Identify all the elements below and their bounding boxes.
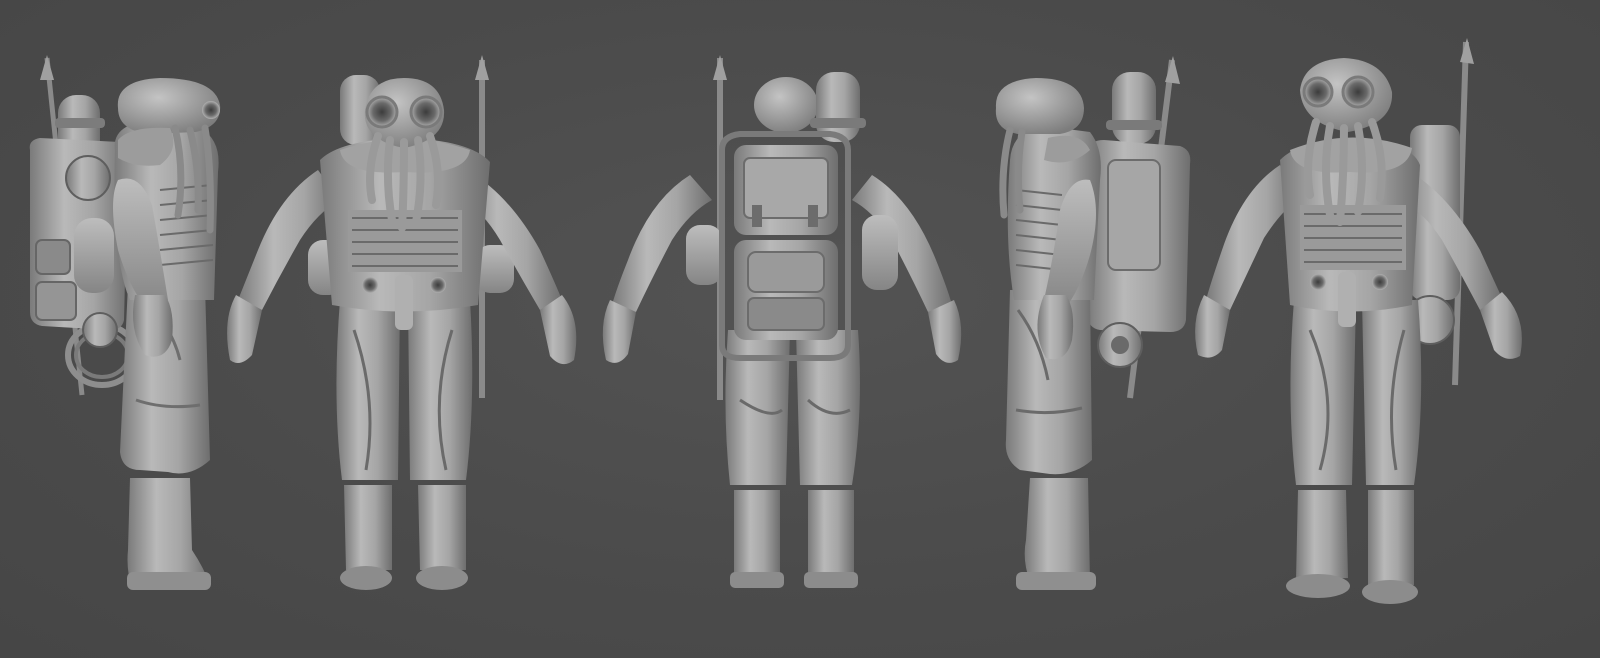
figure-left-profile <box>29 55 221 590</box>
figure-back <box>602 55 962 588</box>
figure-right-profile <box>995 56 1191 590</box>
character-turnaround <box>29 38 1522 604</box>
figure-front <box>227 55 577 590</box>
figure-three-quarter-front <box>1195 38 1522 604</box>
sculpt-viewport <box>0 0 1600 658</box>
